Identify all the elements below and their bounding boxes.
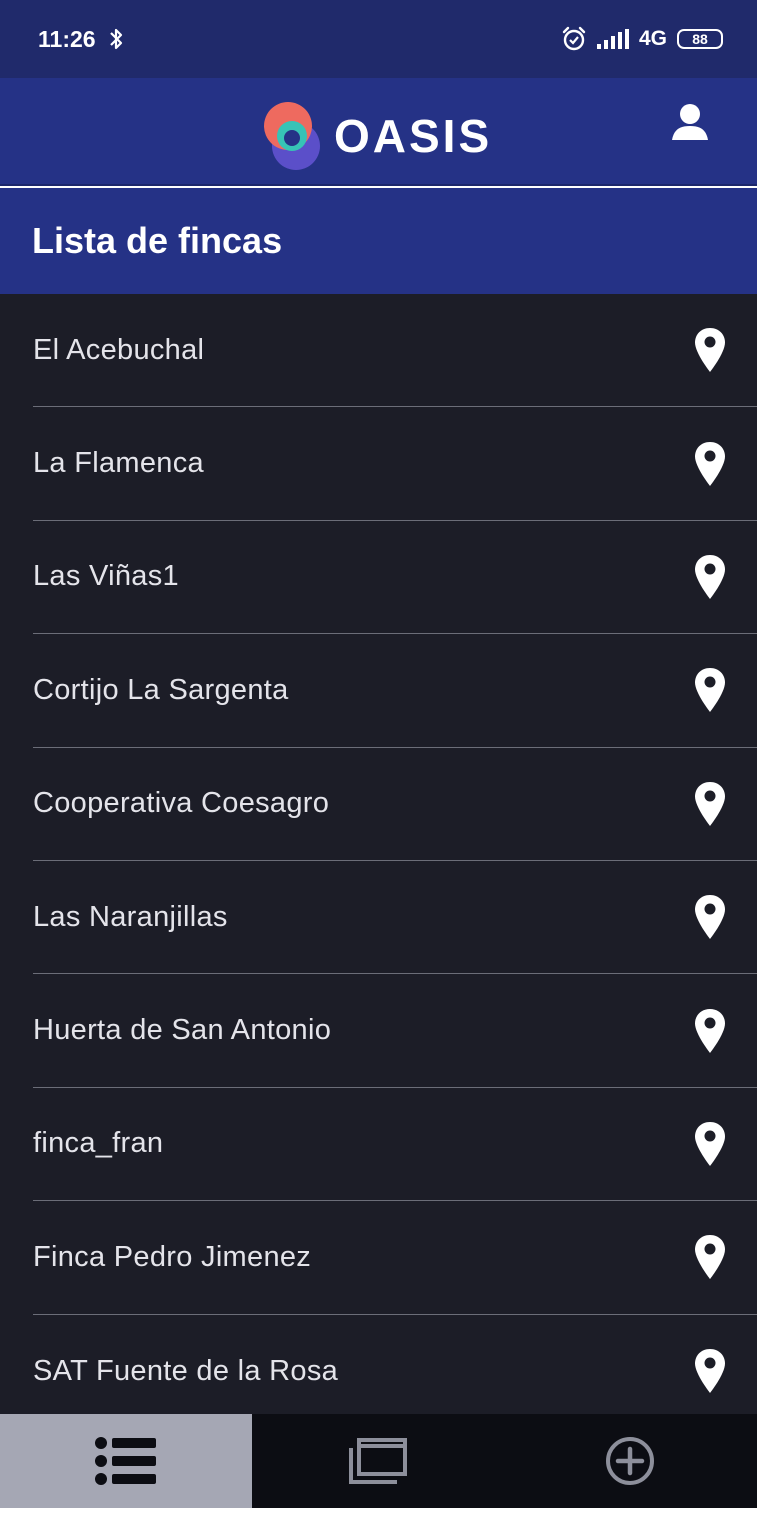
finca-item-5[interactable]: Las Naranjillas <box>33 861 757 975</box>
page-title: Lista de fincas <box>32 220 283 261</box>
finca-item-8[interactable]: Finca Pedro Jimenez <box>33 1201 757 1315</box>
finca-label: Cortijo La Sargenta <box>33 673 289 706</box>
oasis-logo-icon <box>264 102 320 170</box>
list-icon <box>95 1437 156 1485</box>
user-profile-icon <box>672 104 708 140</box>
location-pin-icon[interactable] <box>693 1007 727 1055</box>
finca-label: Finca Pedro Jimenez <box>33 1240 312 1273</box>
alarm-icon <box>562 26 586 51</box>
finca-label: Las Viñas1 <box>33 560 179 593</box>
finca-item-4[interactable]: Cooperativa Coesagro <box>33 748 757 861</box>
bluetooth-icon <box>109 28 122 50</box>
location-pin-icon[interactable] <box>693 780 727 828</box>
network-type: 4G <box>638 27 667 50</box>
app-bar: OASIS <box>0 78 757 186</box>
finca-label: finca_fran <box>33 1127 164 1160</box>
finca-list: El Acebuchal La Flamenca Las Viñas1 Cort… <box>0 294 757 1414</box>
bottom-edge <box>0 1508 757 1514</box>
finca-label: Cooperativa Coesagro <box>33 787 330 820</box>
profile-button[interactable] <box>668 100 712 144</box>
location-pin-icon[interactable] <box>693 666 727 714</box>
finca-item-6[interactable]: Huerta de San Antonio <box>33 974 757 1088</box>
location-pin-icon[interactable] <box>693 1233 727 1281</box>
battery-icon: 88 <box>677 29 723 49</box>
location-pin-icon[interactable] <box>693 326 727 374</box>
finca-item-9[interactable]: SAT Fuente de la Rosa <box>33 1315 757 1414</box>
finca-item-7[interactable]: finca_fran <box>33 1088 757 1202</box>
status-bar: 11:26 4G 88 <box>0 0 757 78</box>
finca-label: La Flamenca <box>33 447 204 480</box>
location-pin-icon[interactable] <box>693 553 727 601</box>
app-logo: OASIS <box>262 100 492 172</box>
tab-list[interactable] <box>0 1414 252 1508</box>
finca-label: SAT Fuente de la Rosa <box>33 1354 339 1387</box>
status-right: 4G 88 <box>561 26 723 52</box>
tab-add[interactable] <box>504 1414 756 1508</box>
status-time: 11:26 <box>38 25 96 52</box>
finca-label: El Acebuchal <box>33 333 205 366</box>
finca-item-0[interactable]: El Acebuchal <box>33 294 757 408</box>
location-pin-icon[interactable] <box>693 1347 727 1395</box>
folder-icon <box>349 1438 407 1484</box>
finca-item-2[interactable]: Las Viñas1 <box>33 521 757 635</box>
finca-item-1[interactable]: La Flamenca <box>33 407 757 521</box>
app-name: OASIS <box>334 110 493 162</box>
finca-label: Huerta de San Antonio <box>33 1014 332 1047</box>
finca-label: Las Naranjillas <box>33 900 228 933</box>
location-pin-icon[interactable] <box>693 440 727 488</box>
bottom-nav <box>0 1414 757 1508</box>
location-pin-icon[interactable] <box>693 893 727 941</box>
signal-icon <box>596 29 629 49</box>
battery-level: 88 <box>692 31 708 47</box>
finca-item-3[interactable]: Cortijo La Sargenta <box>33 634 757 748</box>
add-circle-icon <box>606 1437 654 1485</box>
title-bar: Lista de fincas <box>0 188 757 294</box>
tab-folders[interactable] <box>252 1414 504 1508</box>
location-pin-icon[interactable] <box>693 1120 727 1168</box>
status-left: 11:26 <box>38 26 124 53</box>
